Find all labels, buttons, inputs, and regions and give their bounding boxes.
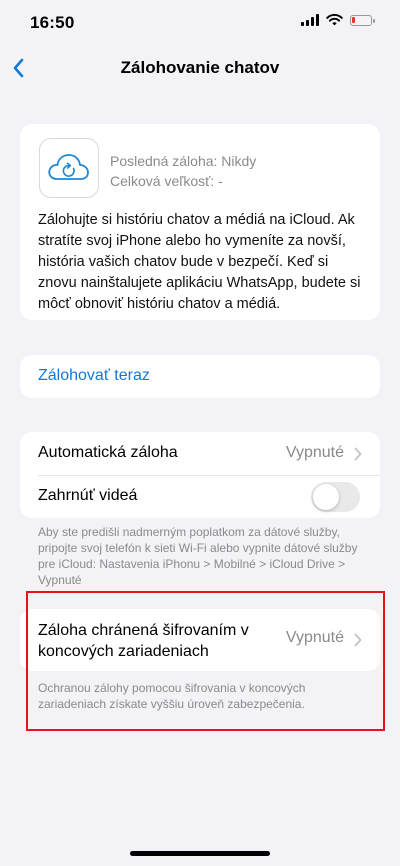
- include-videos-toggle[interactable]: [311, 482, 360, 512]
- auto-backup-label: Automatická záloha: [38, 444, 178, 461]
- wifi-icon: [326, 14, 343, 26]
- page-title: Zálohovanie chatov: [120, 58, 280, 77]
- home-indicator[interactable]: [130, 851, 270, 856]
- last-backup-text: Posledná záloha: Nikdy: [110, 153, 257, 169]
- status-time: 16:50: [30, 13, 75, 32]
- signal-icon: [301, 14, 319, 26]
- toggle-knob: [313, 484, 339, 510]
- status-icons: [301, 14, 375, 26]
- navigation-bar: Zálohovanie chatov: [0, 46, 400, 90]
- backup-meta: Posledná záloha: Nikdy Celková veľkosť: …: [110, 151, 256, 191]
- chevron-right-icon: [354, 447, 362, 461]
- highlight-box: [26, 591, 385, 731]
- backup-description: Zálohujte si históriu chatov a médiá na …: [38, 212, 361, 312]
- auto-backup-row[interactable]: Automatická záloha Vypnuté: [20, 432, 380, 476]
- backup-now-card[interactable]: Zálohovať teraz: [20, 355, 380, 398]
- backup-info-card: Posledná záloha: Nikdy Celková veľkosť: …: [20, 124, 380, 320]
- auto-backup-value: Vypnuté: [285, 444, 344, 461]
- icloud-backup-icon: [39, 138, 99, 198]
- battery-icon: [350, 14, 375, 26]
- backup-now-button[interactable]: Zálohovať teraz: [38, 367, 150, 385]
- status-bar: 16:50: [0, 0, 400, 46]
- include-videos-label: Zahrnúť videá: [38, 487, 138, 504]
- wifi-footnote: Aby ste predišli nadmerným poplatkom za …: [38, 525, 358, 587]
- backup-settings-card: Automatická záloha Vypnuté Zahrnúť videá: [20, 432, 380, 518]
- include-videos-row: Zahrnúť videá: [20, 475, 380, 518]
- total-size-text: Celková veľkosť: -: [110, 173, 223, 189]
